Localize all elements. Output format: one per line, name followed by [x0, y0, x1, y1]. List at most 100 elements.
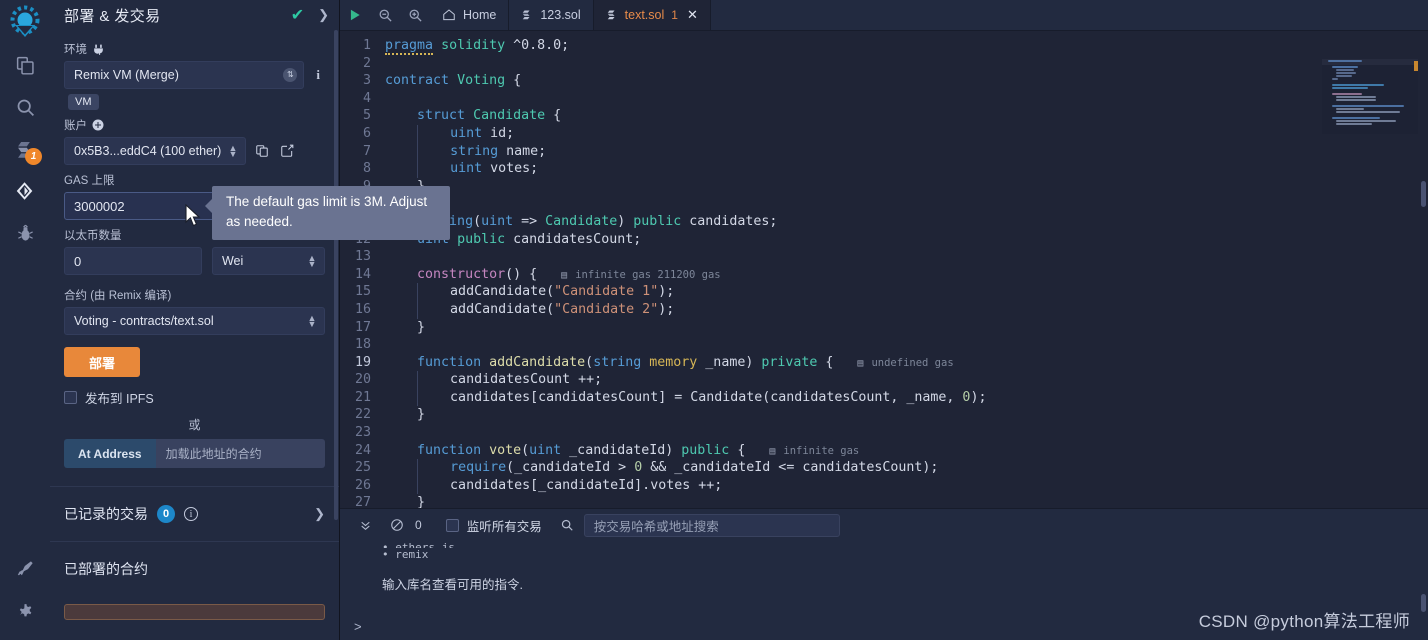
line-content: }	[385, 407, 426, 423]
line-content: mapping(uint => Candidate) public candid…	[417, 213, 778, 229]
check-icon[interactable]: ✔	[291, 5, 304, 25]
environment-select[interactable]: Remix VM (Merge) ⇅	[64, 61, 305, 89]
line-number: 3	[362, 73, 371, 89]
code-line: 6 uint id;	[340, 124, 1428, 143]
line-content: require(_candidateId > 0 && _candidateId…	[385, 459, 1428, 477]
page-title: 部署 & 发交易	[64, 7, 161, 25]
publish-ipfs-row[interactable]: 发布到 IPFS	[64, 388, 325, 407]
deployed-contracts-title: 已部署的合约	[64, 561, 148, 577]
line-number: 14	[354, 266, 371, 282]
line-number: 21	[354, 389, 371, 405]
code-editor[interactable]: 1 pragma solidity ^0.8.0; 2 3 contract Vot…	[340, 31, 1428, 508]
terminal-log: • ethers.js • remix	[340, 541, 1428, 562]
line-number: 23	[354, 425, 371, 441]
terminal-search-row: 按交易哈希或地址搜索	[560, 513, 840, 537]
tab-home[interactable]: Home	[430, 0, 510, 30]
account-select[interactable]: 0x5B3...eddC4 (100 ether) ▲ ▼	[64, 137, 246, 165]
listen-all-tx-checkbox[interactable]	[445, 518, 459, 532]
gas-estimate-constructor: infinite gas 211200 gas	[575, 268, 721, 281]
tab-text-sol[interactable]: text.sol 1 ✕	[593, 0, 711, 30]
remix-logo-icon[interactable]	[0, 2, 50, 44]
environment-label-text: 环境	[64, 44, 87, 56]
publish-ipfs-label: 发布到 IPFS	[85, 392, 154, 406]
sidebar-item-file-explorer[interactable]	[0, 44, 50, 86]
at-address-input[interactable]: 加载此地址的合约	[155, 439, 325, 468]
copy-icon[interactable]	[253, 144, 271, 158]
no-entry-icon[interactable]	[381, 518, 413, 532]
minimap-warning-marker	[1414, 61, 1418, 71]
gas-estimate-vote: infinite gas	[783, 444, 860, 457]
panel-scrollbar[interactable]	[334, 30, 338, 520]
terminal-toolbar: 0 监听所有交易 按交易哈希或地址搜索	[340, 509, 1428, 541]
code-line: 8 uint votes;	[340, 160, 1428, 178]
sidebar-item-plugin-manager[interactable]	[0, 548, 50, 590]
panel-body: 环境 Remix VM (Merge) ⇅ i VM 账户 0x5B3...ed…	[50, 30, 339, 468]
sidebar-item-solidity-compiler[interactable]: 1	[0, 128, 50, 170]
line-content	[385, 336, 1428, 354]
log-text: remix	[395, 548, 429, 561]
zoom-in-icon[interactable]	[400, 0, 430, 30]
chevrons-down-icon[interactable]	[350, 519, 381, 532]
line-number: 5	[362, 108, 371, 124]
contract-value: Voting - contracts/text.sol	[74, 314, 214, 328]
plug-icon	[92, 43, 105, 56]
info-icon[interactable]: i	[311, 67, 325, 83]
close-icon[interactable]: ✕	[687, 7, 698, 23]
code-line: 9 }	[340, 178, 1428, 196]
value-row: 0 Wei ▲ ▼	[64, 247, 325, 275]
compiler-error-badge: 1	[25, 148, 42, 165]
line-content	[385, 424, 1428, 442]
line-number: 6	[362, 125, 371, 141]
at-address-button[interactable]: At Address	[64, 439, 156, 468]
publish-ipfs-checkbox[interactable]	[64, 391, 77, 404]
vm-chip: VM	[68, 94, 99, 110]
edit-sign-icon[interactable]	[278, 144, 296, 158]
play-icon[interactable]	[340, 0, 370, 30]
deployed-contract-item[interactable]	[64, 604, 325, 620]
info-circle-icon[interactable]: i	[184, 507, 198, 521]
tab-123-sol[interactable]: 123.sol	[509, 0, 594, 30]
value-amount-input[interactable]: 0	[64, 247, 202, 275]
gas-limit-tooltip: The default gas limit is 3M. Adjust as n…	[205, 186, 450, 240]
sidebar-item-settings[interactable]	[0, 590, 50, 632]
code-line: 5 struct Candidate {	[340, 107, 1428, 125]
editor-minimap[interactable]	[1322, 59, 1418, 134]
code-line: 7 string name;	[340, 142, 1428, 161]
line-content: }	[385, 178, 1428, 196]
chevron-right-icon[interactable]: ❯	[314, 506, 325, 522]
plus-circle-icon[interactable]	[92, 119, 104, 131]
minimap-viewport[interactable]	[1322, 59, 1418, 65]
line-content: candidates[_candidateId].votes ++;	[417, 476, 723, 495]
terminal-search-input[interactable]: 按交易哈希或地址搜索	[583, 513, 840, 537]
contract-select[interactable]: Voting - contracts/text.sol ▲ ▼	[64, 307, 325, 335]
log-link[interactable]: ethers.js	[395, 541, 455, 548]
line-content	[385, 90, 1428, 108]
code-line: 18	[340, 336, 1428, 354]
line-content: contract Voting {	[385, 73, 522, 89]
line-content	[385, 195, 1428, 213]
terminal-prompt[interactable]: >	[354, 619, 362, 634]
panel-header: 部署 & 发交易 ✔ ❯	[50, 0, 339, 30]
editor-scrollbar[interactable]	[1421, 181, 1426, 207]
line-number: 17	[354, 319, 371, 335]
value-unit: Wei	[221, 254, 244, 268]
line-number: 22	[354, 407, 371, 423]
zoom-out-icon[interactable]	[370, 0, 400, 30]
listen-all-tx-row[interactable]: 监听所有交易	[428, 516, 542, 535]
main-area: Home 123.sol text.sol 1 ✕ 1 pragma solid…	[340, 0, 1428, 640]
recorded-transactions-section[interactable]: 已记录的交易 0 i ❯	[50, 487, 339, 541]
search-icon[interactable]	[560, 518, 574, 532]
line-number: 18	[354, 337, 371, 353]
code-line: 26 candidates[_candidateId].votes ++;	[340, 476, 1428, 495]
deploy-button[interactable]: 部署	[64, 347, 140, 377]
value-unit-select[interactable]: Wei ▲ ▼	[211, 247, 325, 275]
terminal-scrollbar[interactable]	[1421, 594, 1426, 612]
line-number: 8	[362, 161, 371, 177]
sidebar-item-debugger[interactable]	[0, 212, 50, 254]
line-content	[385, 248, 1428, 266]
line-number: 13	[354, 249, 371, 265]
sidebar-item-deploy-and-run[interactable]	[0, 170, 50, 212]
chevron-right-icon[interactable]: ❯	[318, 7, 329, 23]
code-line: 22 }	[340, 406, 1428, 424]
sidebar-item-search[interactable]	[0, 86, 50, 128]
